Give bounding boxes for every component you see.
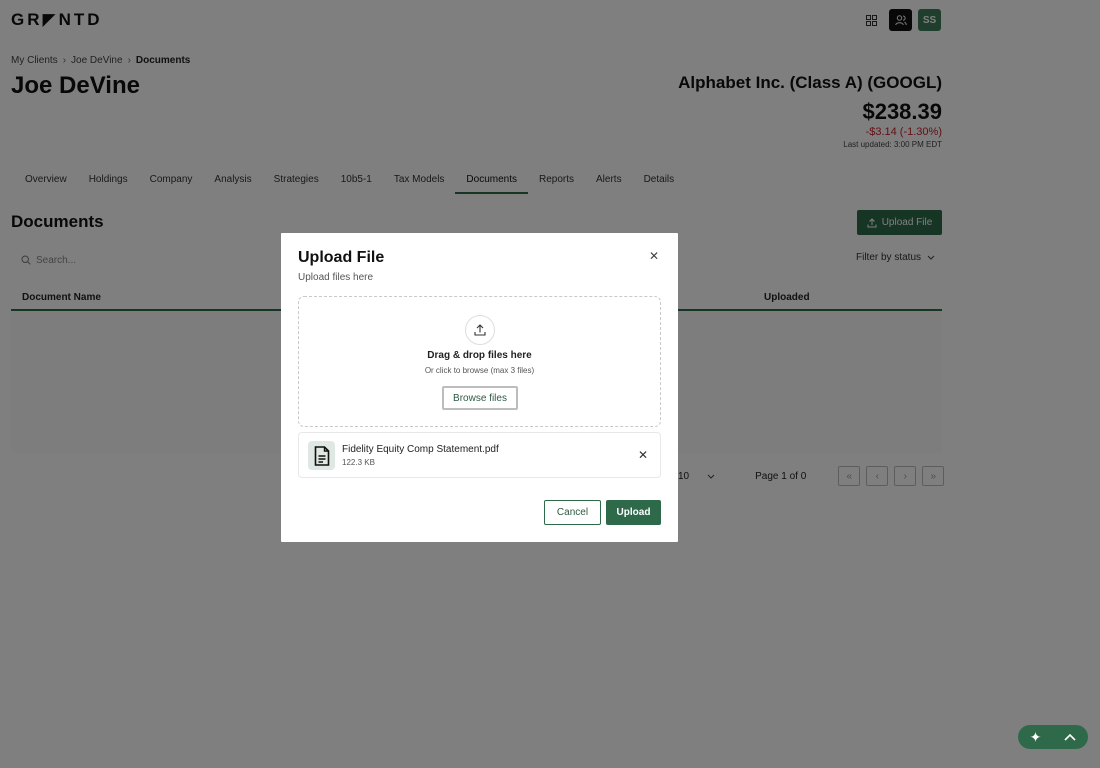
dialog-title: Upload File <box>298 249 385 266</box>
selected-file-item: Fidelity Equity Comp Statement.pdf 122.3… <box>298 432 661 478</box>
upload-file-dialog: Upload File Upload files here ✕ Drag & d… <box>281 233 678 542</box>
browse-files-button[interactable]: Browse files <box>442 386 518 410</box>
dropzone-title: Drag & drop files here <box>427 350 532 361</box>
cancel-button[interactable]: Cancel <box>544 500 601 525</box>
dialog-subtitle: Upload files here <box>298 272 374 283</box>
remove-file-icon[interactable]: ✕ <box>638 448 648 462</box>
chevron-up-icon[interactable] <box>1064 733 1076 741</box>
upload-icon <box>465 315 495 345</box>
assistant-fab[interactable]: ✦ <box>1018 725 1088 749</box>
document-icon <box>308 441 335 470</box>
close-icon[interactable]: ✕ <box>649 249 659 263</box>
dropzone-hint: Or click to browse (max 3 files) <box>424 366 535 375</box>
sparkle-icon[interactable]: ✦ <box>1030 729 1042 746</box>
upload-button[interactable]: Upload <box>606 500 661 525</box>
file-dropzone[interactable]: Drag & drop files here Or click to brows… <box>298 296 661 427</box>
file-size: 122.3 KB <box>342 458 375 467</box>
file-name: Fidelity Equity Comp Statement.pdf <box>342 444 499 455</box>
